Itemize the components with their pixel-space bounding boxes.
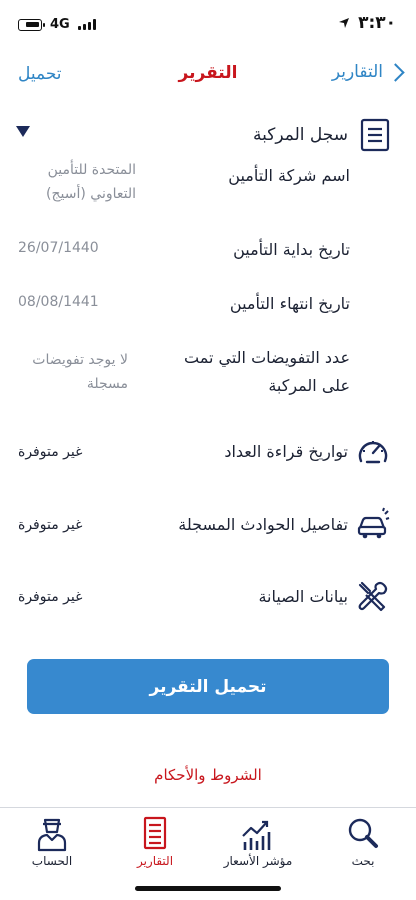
odometer-readings-value: غير متوفرة xyxy=(18,444,83,460)
speedometer-icon xyxy=(358,441,388,464)
back-label: التقارير xyxy=(331,62,383,82)
status-bar: 4G ٣:٣٠ xyxy=(0,0,416,48)
accident-details-label: تفاصيل الحوادث المسجلة xyxy=(178,515,348,534)
document-icon xyxy=(360,118,390,152)
tab-price-index[interactable]: مؤشر الأسعار xyxy=(213,816,303,868)
search-icon xyxy=(348,818,378,848)
accident-details-row[interactable]: تفاصيل الحوادث المسجلة غير متوفرة xyxy=(0,505,416,545)
maintenance-data-row[interactable]: بيانات الصيانة غير متوفرة xyxy=(0,577,416,617)
insurance-end-value: 08/08/1441 xyxy=(18,294,99,310)
section-title: سجل المركبة xyxy=(253,125,348,145)
price-chart-icon xyxy=(242,820,271,850)
chevron-right-icon xyxy=(386,62,405,82)
status-left: 4G xyxy=(18,17,96,32)
tab-account[interactable]: الحساب xyxy=(7,816,97,868)
reports-icon xyxy=(143,816,167,850)
location-arrow-icon xyxy=(339,18,350,28)
tab-search[interactable]: بحث xyxy=(318,816,408,868)
tab-reports-label: التقارير xyxy=(136,854,174,868)
tools-icon xyxy=(358,581,388,612)
authorizations-label-line1: عدد التفويضات التي تمت xyxy=(184,348,350,367)
authorizations-value-line2: مسجلة xyxy=(86,376,128,392)
download-report-button[interactable]: تحميل التقرير xyxy=(27,659,389,714)
tab-search-label: بحث xyxy=(351,854,375,868)
authorizations-label-line2: على المركبة xyxy=(268,376,350,395)
odometer-readings-row[interactable]: تواريخ قراءة العداد غير متوفرة xyxy=(0,432,416,472)
nav-header: تحميل التقرير التقارير xyxy=(0,55,416,95)
accident-details-value: غير متوفرة xyxy=(18,517,83,533)
car-crash-icon xyxy=(357,507,390,539)
clock: ٣:٣٠ xyxy=(358,13,396,33)
terms-link[interactable]: الشروط والأحكام xyxy=(0,766,416,784)
tab-price-index-label: مؤشر الأسعار xyxy=(223,854,293,868)
authorizations-row: عدد التفويضات التي تمت على المركبة لا يو… xyxy=(0,344,416,404)
signal-icon xyxy=(77,19,96,30)
maintenance-data-label: بيانات الصيانة xyxy=(258,587,348,606)
insurance-company-row: اسم شركة التأمين المتحدة للتأمين التعاون… xyxy=(0,152,416,212)
status-right: ٣:٣٠ xyxy=(338,13,396,33)
tab-reports[interactable]: التقارير xyxy=(110,816,200,868)
home-indicator[interactable] xyxy=(135,886,281,891)
insurance-start-value: 26/07/1440 xyxy=(18,240,99,256)
insurance-company-label: اسم شركة التأمين xyxy=(228,166,350,185)
authorizations-value-line1: لا يوجد تفويضات xyxy=(32,352,128,368)
maintenance-data-value: غير متوفرة xyxy=(18,589,83,605)
network-type: 4G xyxy=(50,17,70,32)
battery-icon xyxy=(18,18,45,31)
insurance-company-value: المتحدة للتأمين التعاوني (أسيج) xyxy=(46,162,136,202)
back-button[interactable]: التقارير xyxy=(331,62,405,82)
insurance-start-label: تاريخ بداية التأمين xyxy=(233,240,350,259)
odometer-readings-label: تواريخ قراءة العداد xyxy=(224,442,348,461)
insurance-end-row: تاريخ انتهاء التأمين 08/08/1441 xyxy=(0,290,416,320)
account-icon xyxy=(37,818,67,852)
tab-account-label: الحساب xyxy=(31,854,73,868)
insurance-start-row: تاريخ بداية التأمين 26/07/1440 xyxy=(0,236,416,266)
caret-down-icon[interactable] xyxy=(16,126,30,137)
insurance-end-label: تاريخ انتهاء التأمين xyxy=(229,294,350,313)
